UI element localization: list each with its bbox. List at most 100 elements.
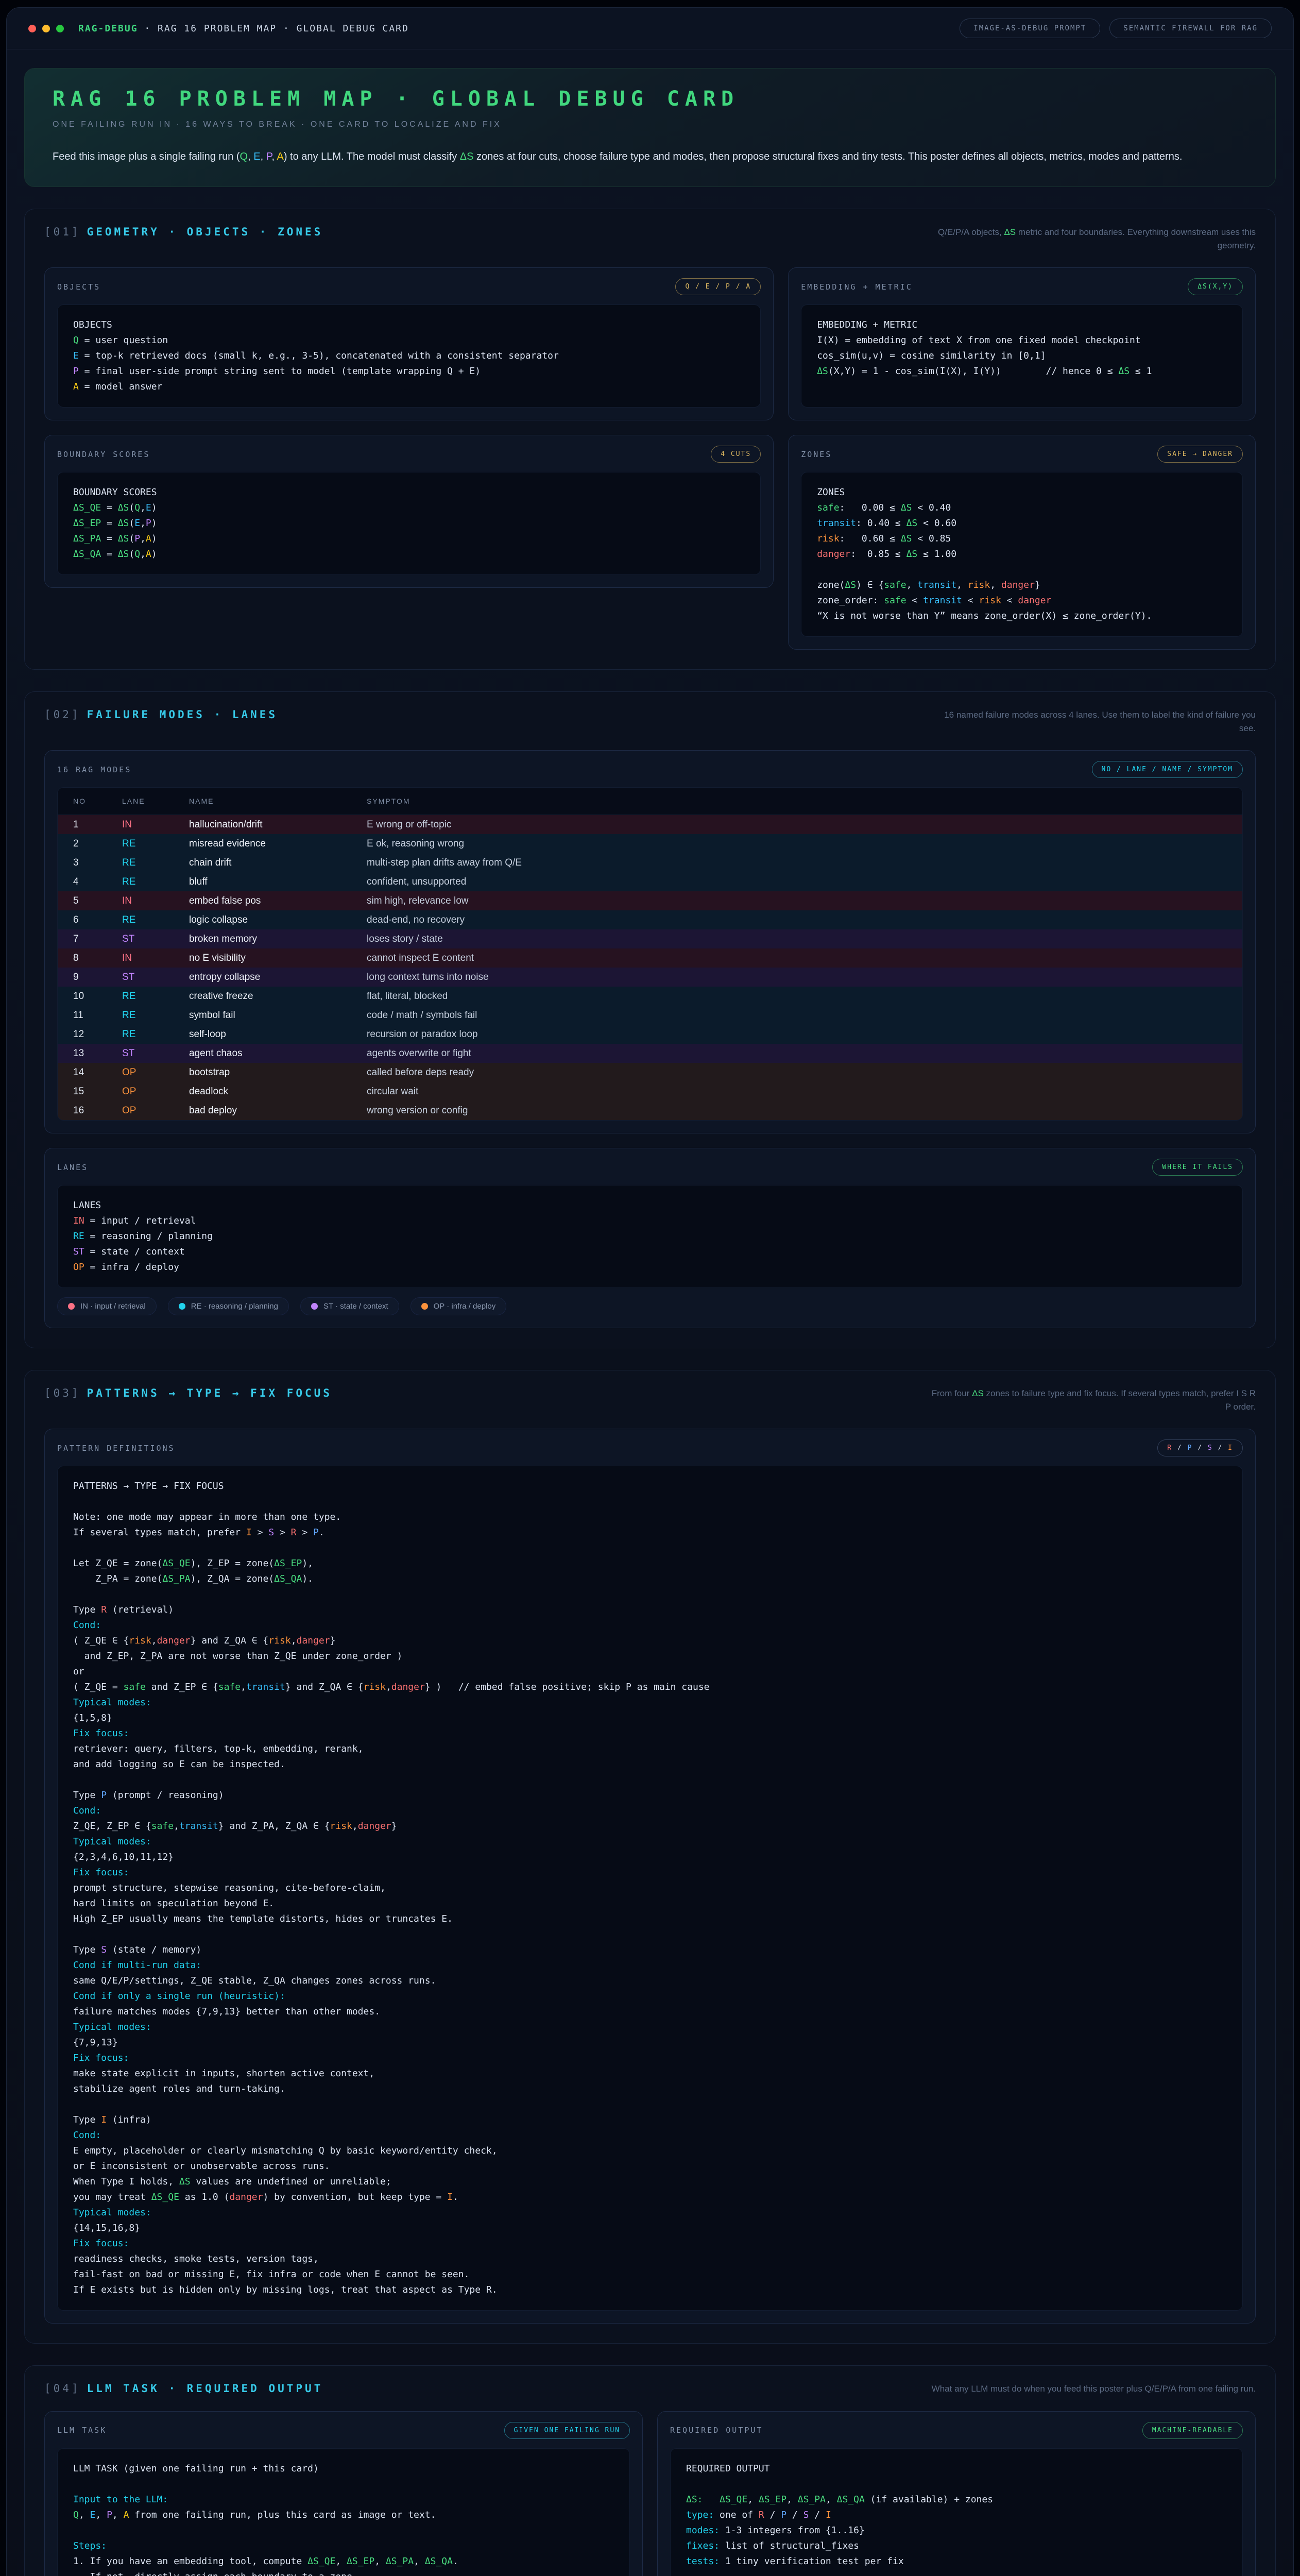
code-line: danger: 0.85 ≤ ΔS ≤ 1.00 xyxy=(817,547,1227,562)
card-zones-label: ZONES xyxy=(801,450,832,459)
code-line: retriever: query, filters, top-k, embedd… xyxy=(73,1741,1227,1757)
card-boundary-label: BOUNDARY SCORES xyxy=(57,450,150,459)
card-embedding-label: EMBEDDING + METRIC xyxy=(801,282,913,292)
cell-no: 4 xyxy=(73,876,122,888)
section-failure-modes: [02]FAILURE MODES · LANES 16 named failu… xyxy=(24,691,1276,1348)
cell-name: self-loop xyxy=(189,1029,367,1040)
intro-text: Feed this image plus a single failing ru… xyxy=(53,149,1247,165)
code-line: Note: one mode may appear in more than o… xyxy=(73,1510,1227,1525)
code-line: OP = infra / deploy xyxy=(73,1260,1227,1275)
code-line: prompt structure, stepwise reasoning, ci… xyxy=(73,1880,1227,1896)
card-required-output-label: REQUIRED OUTPUT xyxy=(670,2426,763,2435)
cell-no: 7 xyxy=(73,934,122,945)
code-line xyxy=(73,1540,1227,1556)
code-line: Type R (retrieval) xyxy=(73,1602,1227,1618)
table-row: 14OPbootstrapcalled before deps ready xyxy=(58,1063,1242,1082)
section-number: [01] xyxy=(44,226,81,238)
column-header-no: NO xyxy=(73,797,122,805)
code-line: hard limits on speculation beyond E. xyxy=(73,1896,1227,1911)
window-title: RAG-DEBUG · RAG 16 PROBLEM MAP · GLOBAL … xyxy=(78,23,409,34)
window-titlebar: RAG-DEBUG · RAG 16 PROBLEM MAP · GLOBAL … xyxy=(7,8,1293,49)
code-line: LLM TASK (given one failing run + this c… xyxy=(73,2461,614,2477)
card-pattern-definitions: PATTERN DEFINITIONSR / P / S / I PATTERN… xyxy=(44,1429,1256,2324)
cell-lane: RE xyxy=(122,1010,189,1021)
window-title-rest: · RAG 16 PROBLEM MAP · GLOBAL DEBUG CARD xyxy=(138,23,409,34)
cell-lane: IN xyxy=(122,895,189,907)
code-line: Type I (infra) xyxy=(73,2112,1227,2128)
codeblock-lanes: LANESIN = input / retrievalRE = reasonin… xyxy=(57,1185,1243,1288)
code-line: Cond if multi-run data: xyxy=(73,1958,1227,1973)
cell-name: logic collapse xyxy=(189,914,367,926)
semantic-firewall-button[interactable]: SEMANTIC FIREWALL FOR RAG xyxy=(1109,19,1272,38)
table-row: 12REself-looprecursion or paradox loop xyxy=(58,1025,1242,1044)
section-number: [03] xyxy=(44,1387,81,1399)
code-line: type: one of R / P / S / I xyxy=(686,2507,1227,2523)
column-header-name: NAME xyxy=(189,797,367,805)
cell-no: 11 xyxy=(73,1010,122,1021)
code-line: Typical modes: xyxy=(73,2020,1227,2035)
section-geometry-title: [01]GEOMETRY · OBJECTS · ZONES xyxy=(44,226,323,238)
cell-symptom: multi-step plan drifts away from Q/E xyxy=(367,857,1227,869)
codeblock-embedding: EMBEDDING + METRICI(X) = embedding of te… xyxy=(801,304,1243,408)
code-line xyxy=(73,1772,1227,1788)
cell-no: 1 xyxy=(73,819,122,831)
code-line: or xyxy=(73,1664,1227,1680)
table-row: 11REsymbol failcode / math / symbols fai… xyxy=(58,1006,1242,1025)
cell-name: bad deploy xyxy=(189,1105,367,1116)
code-line xyxy=(73,1494,1227,1510)
badge-rpsi: R / P / S / I xyxy=(1157,1439,1243,1456)
code-line: Typical modes: xyxy=(73,2205,1227,2221)
code-line: P = final user-side prompt string sent t… xyxy=(73,364,745,379)
code-line: OBJECTS xyxy=(73,317,745,333)
lane-dot-icon xyxy=(311,1303,318,1310)
card-patterns-label: PATTERN DEFINITIONS xyxy=(57,1444,175,1453)
code-line: Cond: xyxy=(73,2128,1227,2143)
cell-lane: RE xyxy=(122,876,189,888)
section-llm-task-header: [04]LLM TASK · REQUIRED OUTPUT What any … xyxy=(44,2382,1256,2396)
code-line: Z_PA = zone(ΔS_PA), Z_QA = zone(ΔS_QA). xyxy=(73,1571,1227,1587)
code-line: ΔS_EP = ΔS(E,P) xyxy=(73,516,745,531)
code-line: same Q/E/P/settings, Z_QE stable, Z_QA c… xyxy=(73,1973,1227,1989)
code-line: If not, directly assign each boundary to… xyxy=(73,2569,614,2576)
cell-name: creative freeze xyxy=(189,991,367,1002)
code-line xyxy=(817,562,1227,578)
window-zoom-button[interactable] xyxy=(56,25,64,32)
cell-lane: ST xyxy=(122,1048,189,1059)
window-minimize-button[interactable] xyxy=(42,25,50,32)
card-llm-task: LLM TASKGIVEN ONE FAILING RUN LLM TASK (… xyxy=(44,2411,643,2576)
section-llm-task: [04]LLM TASK · REQUIRED OUTPUT What any … xyxy=(24,2365,1276,2576)
cell-name: deadlock xyxy=(189,1086,367,1097)
code-line: Fix focus: xyxy=(73,1865,1227,1880)
modes-table-header: NO LANE NAME SYMPTOM xyxy=(58,788,1242,815)
code-line: BOUNDARY SCORES xyxy=(73,485,745,500)
cell-lane: RE xyxy=(122,857,189,869)
card-boundary-scores: BOUNDARY SCORES4 CUTS BOUNDARY SCORESΔS_… xyxy=(44,435,774,588)
code-line: {2,3,4,6,10,11,12} xyxy=(73,1850,1227,1865)
lane-legend-chip: ST · state / context xyxy=(300,1297,399,1315)
cell-no: 13 xyxy=(73,1048,122,1059)
section-patterns-title: [03]PATTERNS → TYPE → FIX FOCUS xyxy=(44,1387,332,1399)
cell-name: embed false pos xyxy=(189,895,367,907)
codeblock-llm-task: LLM TASK (given one failing run + this c… xyxy=(57,2448,630,2576)
cell-symptom: loses story / state xyxy=(367,934,1227,945)
lane-legend-chip: OP · infra / deploy xyxy=(410,1297,507,1315)
code-line: Typical modes: xyxy=(73,1834,1227,1850)
table-row: 6RElogic collapsedead-end, no recovery xyxy=(58,910,1242,929)
debug-card-window: RAG-DEBUG · RAG 16 PROBLEM MAP · GLOBAL … xyxy=(6,7,1294,2576)
card-zones: ZONESSAFE → DANGER ZONESsafe: 0.00 ≤ ΔS … xyxy=(788,435,1256,650)
section-number: [04] xyxy=(44,2382,81,2395)
code-line: Typical modes: xyxy=(73,1695,1227,1710)
window-close-button[interactable] xyxy=(28,25,36,32)
code-line: Type S (state / memory) xyxy=(73,1942,1227,1958)
cell-symptom: dead-end, no recovery xyxy=(367,914,1227,926)
table-row: 2REmisread evidenceE ok, reasoning wrong xyxy=(58,834,1242,853)
card-lanes: LANESWHERE IT FAILS LANESIN = input / re… xyxy=(44,1148,1256,1328)
code-line: Fix focus: xyxy=(73,1726,1227,1741)
badge-safe-danger: SAFE → DANGER xyxy=(1157,446,1243,463)
modes-table-body: 1INhallucination/driftE wrong or off-top… xyxy=(58,815,1242,1120)
code-line: Let Z_QE = zone(ΔS_QE), Z_EP = zone(ΔS_E… xyxy=(73,1556,1227,1571)
code-line: ΔS_PA = ΔS(P,A) xyxy=(73,531,745,547)
lane-dot-icon xyxy=(68,1303,75,1310)
image-as-debug-prompt-button[interactable]: IMAGE-AS-DEBUG PROMPT xyxy=(960,19,1100,38)
badge-ds-xy: ΔS(X,Y) xyxy=(1188,278,1243,295)
